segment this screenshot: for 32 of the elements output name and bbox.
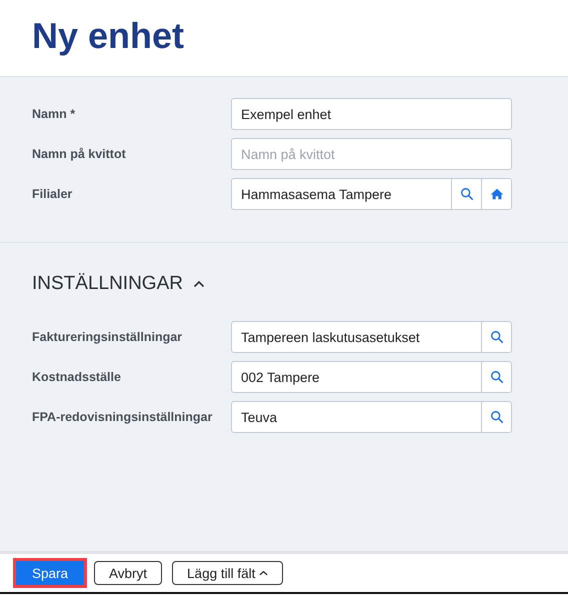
text-input[interactable]: 002 Tampere: [232, 362, 481, 392]
text-input[interactable]: Hammasasema Tampere: [232, 179, 451, 209]
page-title: Ny enhet: [32, 14, 186, 58]
input-field[interactable]: 002 Tampere: [231, 361, 512, 393]
footer-button[interactable]: Avbryt: [94, 561, 162, 585]
search-button[interactable]: [481, 362, 511, 392]
input-field[interactable]: Tampereen laskutusasetukset: [231, 321, 512, 353]
search-icon: [490, 410, 504, 424]
text-input[interactable]: Namn på kvittot: [232, 139, 511, 169]
footer-button[interactable]: Lägg till fält: [172, 561, 284, 585]
footer-button[interactable]: Spara: [16, 561, 84, 585]
section-title: INSTÄLLNINGAR: [32, 273, 183, 295]
field-label: Filialer: [32, 187, 74, 201]
text-input[interactable]: Tampereen laskutusasetukset: [232, 322, 481, 352]
search-icon: [460, 187, 474, 201]
field-label: Kostnadsställe: [32, 370, 122, 384]
chevron-up-icon[interactable]: [192, 280, 205, 288]
home-button[interactable]: [481, 179, 511, 209]
caret-icon: [259, 570, 268, 576]
field-label: Namn på kvittot: [32, 147, 127, 161]
field-label: Namn *: [32, 107, 76, 121]
search-icon: [490, 330, 504, 344]
search-button[interactable]: [481, 322, 511, 352]
text-input[interactable]: Teuva: [232, 402, 481, 432]
field-label: Faktureringsinställningar: [32, 330, 184, 344]
input-field[interactable]: Hammasasema Tampere: [231, 178, 512, 210]
search-button[interactable]: [481, 402, 511, 432]
home-icon: [490, 187, 504, 201]
input-field[interactable]: Teuva: [231, 401, 512, 433]
text-input[interactable]: Exempel enhet: [232, 99, 511, 129]
field-label: FPA-redovisningsinställningar: [32, 410, 214, 424]
search-icon: [490, 370, 504, 384]
